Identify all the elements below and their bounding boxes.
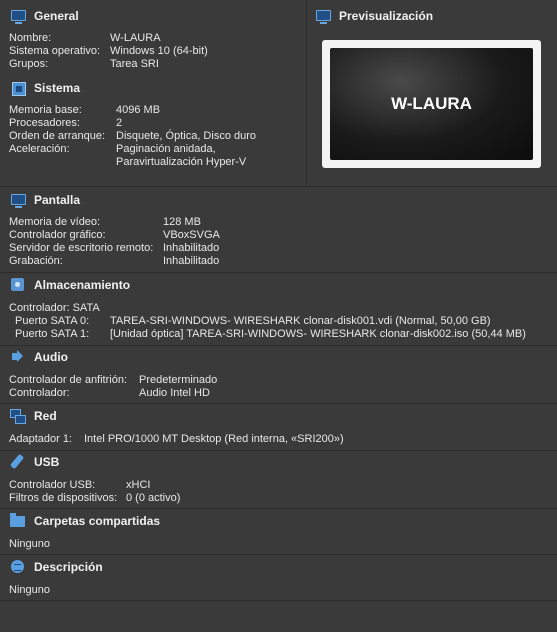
- audio-controller-value: Audio Intel HD: [139, 387, 210, 399]
- audio-controller-label: Controlador:: [9, 387, 70, 399]
- general-groups-value: Tarea SRI: [110, 58, 159, 70]
- folder-icon: [10, 513, 26, 529]
- sistema-cpu-label: Procesadores:: [9, 117, 80, 129]
- sistema-boot-label: Orden de arranque:: [9, 130, 106, 142]
- sata1-label: Puerto SATA 1:: [15, 328, 90, 340]
- red-header[interactable]: Red: [10, 407, 57, 425]
- storage-controller: Controlador: SATA: [9, 302, 100, 314]
- usb-header[interactable]: USB: [9, 453, 60, 471]
- sistema-cpu-value: 2: [116, 117, 123, 129]
- disk-icon: [10, 277, 26, 293]
- general-name-label: Nombre:: [9, 32, 52, 44]
- sistema-accel-value: Paginación anidada,: [116, 143, 216, 155]
- sistema-memory-label: Memoria base:: [9, 104, 82, 116]
- vertical-divider: [306, 0, 307, 186]
- preview-frame: W-LAURA: [322, 40, 541, 168]
- sata0-label: Puerto SATA 0:: [15, 315, 90, 327]
- pantalla-title: Pantalla: [34, 193, 81, 207]
- usb-controller-value: xHCI: [126, 479, 151, 491]
- pantalla-rdp-value: Inhabilitado: [163, 242, 220, 254]
- comment-icon: [10, 559, 26, 575]
- sistema-boot-value: Disquete, Óptica, Disco duro: [116, 130, 257, 142]
- almacenamiento-header[interactable]: Almacenamiento: [10, 276, 130, 294]
- network-icon: [10, 408, 26, 424]
- preview-header[interactable]: Previsualización: [315, 7, 433, 25]
- usb-filters-value: 0 (0 activo): [126, 492, 181, 504]
- divider: [0, 554, 557, 555]
- general-title: General: [34, 9, 79, 23]
- divider: [0, 186, 557, 187]
- general-name-value: W-LAURA: [110, 32, 161, 44]
- divider: [0, 600, 557, 601]
- audio-host-value: Predeterminado: [139, 374, 218, 386]
- carpetas-header[interactable]: Carpetas compartidas: [10, 512, 160, 530]
- pantalla-rec-label: Grabación:: [9, 255, 63, 267]
- sistema-accel-value-2: Paravirtualización Hyper-V: [116, 156, 247, 168]
- divider: [0, 508, 557, 509]
- divider: [0, 272, 557, 273]
- preview-title: Previsualización: [339, 9, 434, 23]
- usb-title: USB: [34, 455, 60, 469]
- pantalla-rec-value: Inhabilitado: [163, 255, 220, 267]
- sistema-memory-value: 4096 MB: [116, 104, 161, 116]
- pantalla-vram-label: Memoria de vídeo:: [9, 216, 101, 228]
- audio-host-label: Controlador de anfitrión:: [9, 374, 128, 386]
- sistema-title: Sistema: [34, 81, 81, 95]
- speaker-icon: [10, 349, 26, 365]
- descripcion-title: Descripción: [34, 560, 103, 574]
- chip-icon: [10, 80, 26, 96]
- general-header[interactable]: General: [10, 7, 79, 25]
- usb-icon: [9, 453, 26, 470]
- sistema-accel-label: Aceleración:: [9, 143, 70, 155]
- pantalla-rdp-label: Servidor de escritorio remoto:: [9, 242, 154, 254]
- general-os-value: Windows 10 (64-bit): [110, 45, 208, 57]
- monitor-icon: [315, 8, 331, 24]
- pantalla-gfx-value: VBoxSVGA: [163, 229, 220, 241]
- monitor-icon: [10, 8, 26, 24]
- audio-header[interactable]: Audio: [10, 348, 68, 366]
- descripcion-header[interactable]: Descripción: [10, 558, 103, 576]
- monitor-icon: [10, 192, 26, 208]
- carpetas-title: Carpetas compartidas: [34, 514, 161, 528]
- pantalla-vram-value: 128 MB: [163, 216, 201, 228]
- adapter1-value: Intel PRO/1000 MT Desktop (Red interna, …: [84, 433, 344, 445]
- preview-screen-text: W-LAURA: [391, 94, 472, 113]
- carpetas-value: Ninguno: [9, 538, 50, 550]
- sistema-header[interactable]: Sistema: [10, 79, 80, 97]
- preview-screen: W-LAURA: [330, 48, 533, 160]
- pantalla-header[interactable]: Pantalla: [10, 191, 80, 209]
- general-groups-label: Grupos:: [9, 58, 49, 70]
- divider: [0, 450, 557, 451]
- usb-filters-label: Filtros de dispositivos:: [9, 492, 118, 504]
- red-title: Red: [34, 409, 57, 423]
- sata1-value[interactable]: [Unidad óptica] TAREA-SRI-WINDOWS- WIRES…: [110, 328, 526, 341]
- sata0-value[interactable]: TAREA-SRI-WINDOWS- WIRESHARK clonar-disk…: [110, 315, 491, 328]
- adapter1-label: Adaptador 1:: [9, 433, 72, 445]
- pantalla-gfx-label: Controlador gráfico:: [9, 229, 106, 241]
- usb-controller-label: Controlador USB:: [9, 479, 96, 491]
- audio-title: Audio: [34, 350, 68, 364]
- descripcion-value: Ninguno: [9, 584, 50, 596]
- divider: [0, 403, 557, 404]
- almacenamiento-title: Almacenamiento: [34, 278, 131, 292]
- divider: [0, 345, 557, 346]
- general-os-label: Sistema operativo:: [9, 45, 101, 57]
